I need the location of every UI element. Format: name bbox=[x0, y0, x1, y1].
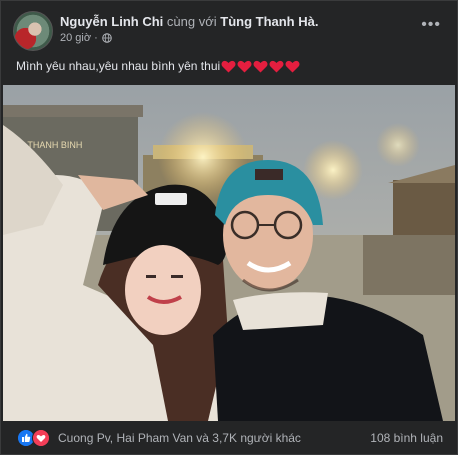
caption-hearts bbox=[221, 60, 301, 73]
post-header: Nguyễn Linh Chi cùng với Tùng Thanh Hà. … bbox=[1, 1, 457, 53]
post-photo[interactable]: HOA THANH BINH bbox=[3, 85, 455, 421]
reaction-names[interactable]: Cuong Pv, Hai Pham Van và 3,7K người khá… bbox=[58, 431, 301, 445]
reaction-icons[interactable] bbox=[17, 429, 50, 447]
heart-emoji-icon bbox=[237, 60, 252, 73]
photo-image: HOA THANH BINH bbox=[3, 85, 455, 421]
post-footer: Cuong Pv, Hai Pham Van và 3,7K người khá… bbox=[1, 422, 457, 454]
post-time[interactable]: 20 giờ · bbox=[60, 32, 98, 44]
author-line: Nguyễn Linh Chi cùng với Tùng Thanh Hà. bbox=[60, 14, 318, 29]
globe-icon[interactable] bbox=[101, 33, 112, 43]
post-meta: 20 giờ · bbox=[60, 32, 112, 44]
post-card: Nguyễn Linh Chi cùng với Tùng Thanh Hà. … bbox=[0, 0, 458, 455]
tagged-name[interactable]: Tùng Thanh Hà. bbox=[220, 14, 318, 29]
heart-emoji-icon bbox=[285, 60, 300, 73]
post-caption: Mình yêu nhau,yêu nhau bình yên thui bbox=[16, 59, 301, 73]
love-icon bbox=[32, 429, 50, 447]
heart-emoji-icon bbox=[253, 60, 268, 73]
author-name[interactable]: Nguyễn Linh Chi bbox=[60, 14, 163, 29]
caption-text: Mình yêu nhau,yêu nhau bình yên thui bbox=[16, 59, 221, 73]
comments-count[interactable]: 108 bình luận bbox=[370, 431, 443, 445]
heart-emoji-icon bbox=[221, 60, 236, 73]
heart-emoji-icon bbox=[269, 60, 284, 73]
with-text: cùng với bbox=[166, 14, 217, 29]
more-options-button[interactable]: ••• bbox=[421, 17, 441, 33]
author-avatar[interactable] bbox=[13, 11, 53, 51]
